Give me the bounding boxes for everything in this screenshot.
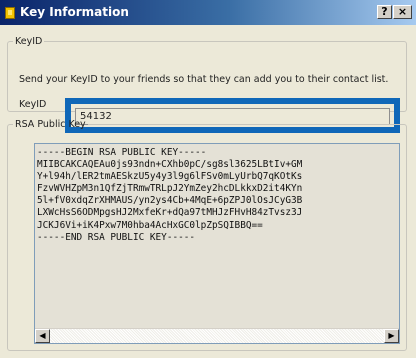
close-button[interactable]: × — [393, 5, 412, 19]
keyid-group-legend: KeyID — [15, 36, 43, 47]
scroll-right-icon[interactable]: ▶ — [384, 329, 399, 343]
help-button[interactable]: ? — [377, 5, 392, 19]
key-information-dialog: Key Information ? × KeyID Send your KeyI… — [0, 0, 416, 358]
key-icon — [5, 7, 15, 19]
keyid-field-label: KeyID — [19, 99, 47, 110]
rsa-group-legend: RSA Public Key — [15, 119, 86, 130]
rsa-key-text: -----BEGIN RSA PUBLIC KEY----- MIIBCAKCA… — [37, 147, 303, 243]
rsa-key-textarea[interactable]: -----BEGIN RSA PUBLIC KEY----- MIIBCAKCA… — [34, 143, 400, 344]
keyid-description: Send your KeyID to your friends so that … — [19, 74, 389, 85]
window-title: Key Information — [20, 5, 129, 19]
title-bar[interactable]: Key Information ? × — [0, 0, 416, 25]
scroll-left-icon[interactable]: ◀ — [35, 329, 50, 343]
scrollbar-track[interactable] — [50, 329, 384, 343]
horizontal-scrollbar[interactable]: ◀ ▶ — [35, 328, 399, 343]
